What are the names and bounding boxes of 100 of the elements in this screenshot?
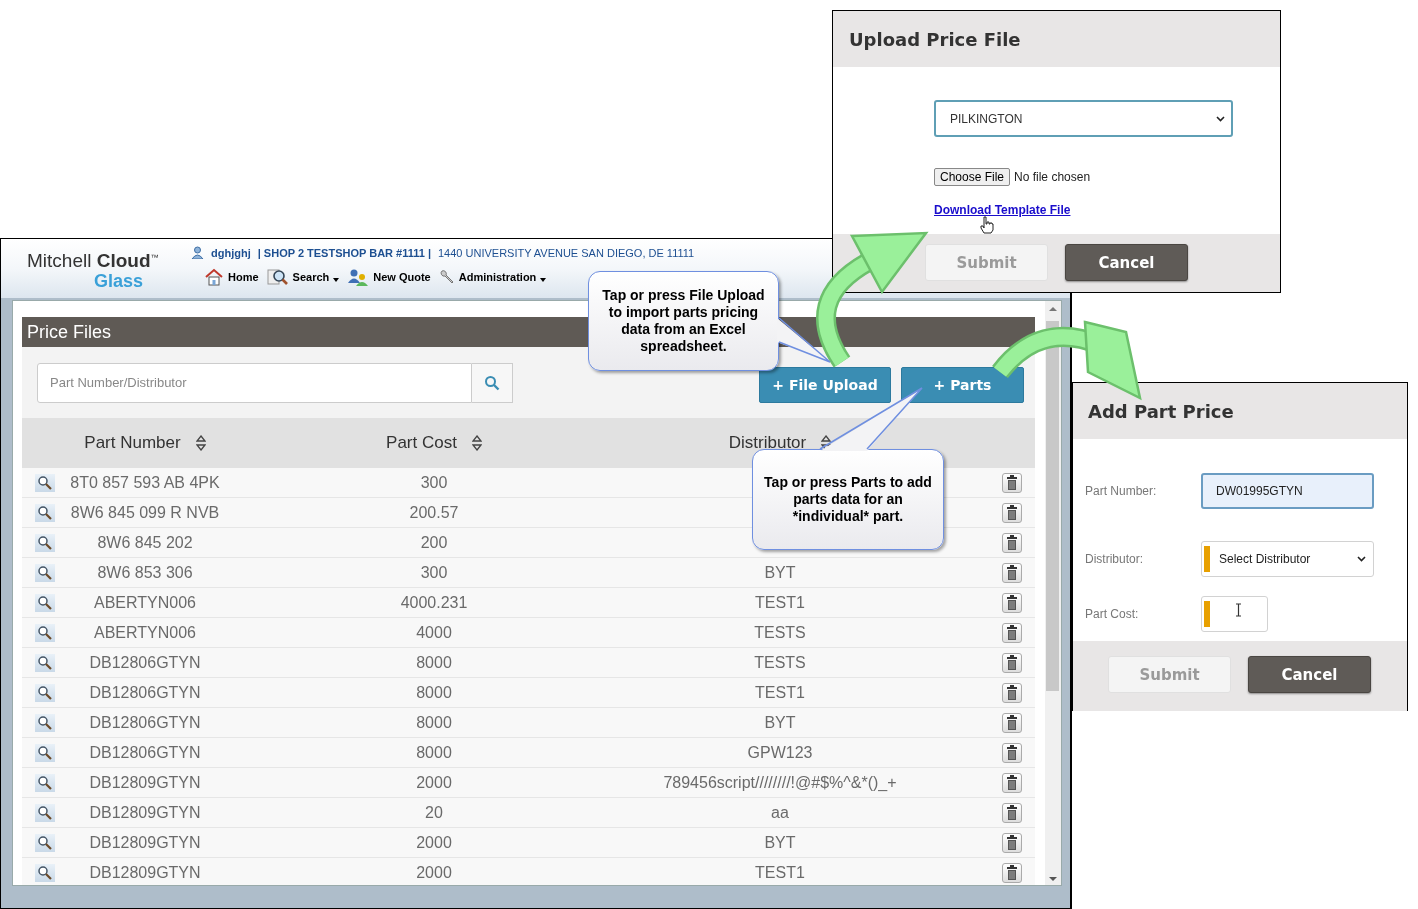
trash-icon: [1006, 714, 1018, 731]
part-cost-cell: 8000: [416, 653, 452, 672]
part-cost-field[interactable]: [1201, 596, 1268, 632]
part-number-cell: DB12806GTYN: [89, 743, 201, 762]
part-number-field[interactable]: DW01995GTYN: [1201, 473, 1374, 509]
trash-icon: [1006, 834, 1018, 851]
search-icon: [37, 474, 53, 491]
user-icon: [191, 246, 204, 259]
part-number-cell: DB12806GTYN: [89, 653, 201, 672]
part-cost-cell: 4000.231: [400, 593, 468, 612]
part-cost-cell: 2000: [416, 773, 452, 792]
sort-icon[interactable]: [195, 435, 206, 451]
search-icon: [37, 504, 53, 521]
file-upload-button[interactable]: + File Upload: [759, 366, 891, 403]
part-cost-cell: 2000: [416, 863, 452, 882]
search-icon: [37, 654, 53, 671]
delete-button[interactable]: [1002, 652, 1022, 673]
distributor-cell: aa: [771, 803, 789, 822]
nav-item[interactable]: Search: [266, 267, 340, 287]
magnifier-button[interactable]: [35, 623, 55, 642]
trash-icon: [1006, 624, 1018, 641]
cancel-button[interactable]: Cancel: [1248, 656, 1371, 693]
column-header[interactable]: Part Cost: [386, 433, 457, 453]
caret-icon: [333, 277, 340, 282]
people-icon: [347, 268, 370, 286]
delete-button[interactable]: [1002, 832, 1022, 853]
search-icon: [37, 834, 53, 851]
delete-button[interactable]: [1002, 592, 1022, 613]
delete-button[interactable]: [1002, 502, 1022, 523]
choose-file-button[interactable]: Choose File: [934, 168, 1011, 186]
magnifier-button[interactable]: [35, 773, 55, 792]
part-number-cell: 8W6 853 306: [97, 563, 193, 582]
distributor-cell: TEST1: [755, 683, 805, 702]
field-label: Distributor:: [1085, 552, 1144, 566]
magnifier-button[interactable]: [35, 533, 55, 552]
user-name[interactable]: dghjghj: [211, 246, 251, 259]
distributor-cell: 789456script////////!@#$%^&*()_+: [663, 773, 897, 792]
field-label: Part Number:: [1085, 484, 1158, 498]
delete-button[interactable]: [1002, 562, 1022, 583]
search-icon: [37, 774, 53, 791]
download-template-link[interactable]: Download Template File: [934, 203, 1071, 217]
trash-icon: [1006, 804, 1018, 821]
magnifier-button[interactable]: [35, 503, 55, 522]
delete-button[interactable]: [1002, 712, 1022, 733]
delete-button[interactable]: [1002, 622, 1022, 643]
magnifier-button[interactable]: [35, 803, 55, 822]
distributor-cell: BYT: [764, 563, 796, 582]
magnifier-button[interactable]: [35, 593, 55, 612]
search-button[interactable]: [472, 362, 513, 403]
part-number-cell: DB12809GTYN: [89, 833, 201, 852]
magnifier-button[interactable]: [35, 473, 55, 492]
magnifier-button[interactable]: [35, 713, 55, 732]
magnifier-button[interactable]: [35, 743, 55, 762]
nav-item[interactable]: Home: [204, 268, 259, 286]
shop-address: 1440 UNIVERSITY AVENUE SAN DIEGO, DE 11111: [438, 246, 695, 259]
sort-icon[interactable]: [471, 435, 482, 451]
nav-item[interactable]: New Quote: [347, 268, 431, 286]
scrollbar[interactable]: [1045, 301, 1061, 885]
nav-item[interactable]: Administration: [438, 269, 547, 285]
search-icon: [37, 804, 53, 821]
magnifier-button[interactable]: [35, 683, 55, 702]
part-number-cell: 8W6 845 099 R NVB: [70, 503, 220, 522]
cancel-button[interactable]: Cancel: [1065, 244, 1188, 281]
distributor-select[interactable]: PILKINGTON: [934, 100, 1233, 137]
delete-button[interactable]: [1002, 772, 1022, 793]
delete-button[interactable]: [1002, 742, 1022, 763]
distributor-select[interactable]: Select Distributor: [1201, 541, 1374, 577]
delete-button[interactable]: [1002, 472, 1022, 493]
part-number-cell: DB12806GTYN: [89, 683, 201, 702]
delete-button[interactable]: [1002, 532, 1022, 553]
search-icon: [37, 534, 53, 551]
distributor-cell: BYT: [764, 833, 796, 852]
delete-button[interactable]: [1002, 682, 1022, 703]
part-number-cell: DB12806GTYN: [89, 713, 201, 732]
callout-tooltip: Tap or press File Upload to import parts pricing data from an Excel spreadsheet.: [588, 271, 779, 371]
sort-icon[interactable]: [821, 435, 832, 451]
distributor-cell: BYT: [764, 713, 796, 732]
magnifier-button[interactable]: [35, 833, 55, 852]
part-cost-cell: 2000: [416, 833, 452, 852]
delete-button[interactable]: [1002, 862, 1022, 883]
search-field[interactable]: Part Number/Distributor: [37, 362, 472, 403]
delete-button[interactable]: [1002, 802, 1022, 823]
dialog-title: Add Part Price: [1073, 383, 1407, 439]
magnifier-button[interactable]: [35, 563, 55, 582]
trash-icon: [1006, 774, 1018, 791]
part-number-cell: ABERTYN006: [94, 593, 196, 612]
search-icon: [37, 624, 53, 641]
part-number-cell: DB12809GTYN: [89, 863, 201, 882]
column-header[interactable]: Part Number: [84, 433, 181, 453]
search-icon: [37, 864, 53, 881]
distributor-cell: TESTS: [754, 623, 806, 642]
trash-icon: [1006, 474, 1018, 491]
trash-icon: [1006, 504, 1018, 521]
magnifier-button[interactable]: [35, 653, 55, 672]
search-icon: [37, 714, 53, 731]
part-number-cell: 8T0 857 593 AB 4PK: [70, 473, 220, 492]
part-cost-cell: 300: [420, 473, 448, 492]
add-parts-button[interactable]: + Parts: [901, 366, 1024, 403]
part-number-cell: DB12809GTYN: [89, 773, 201, 792]
magnifier-button[interactable]: [35, 863, 55, 882]
